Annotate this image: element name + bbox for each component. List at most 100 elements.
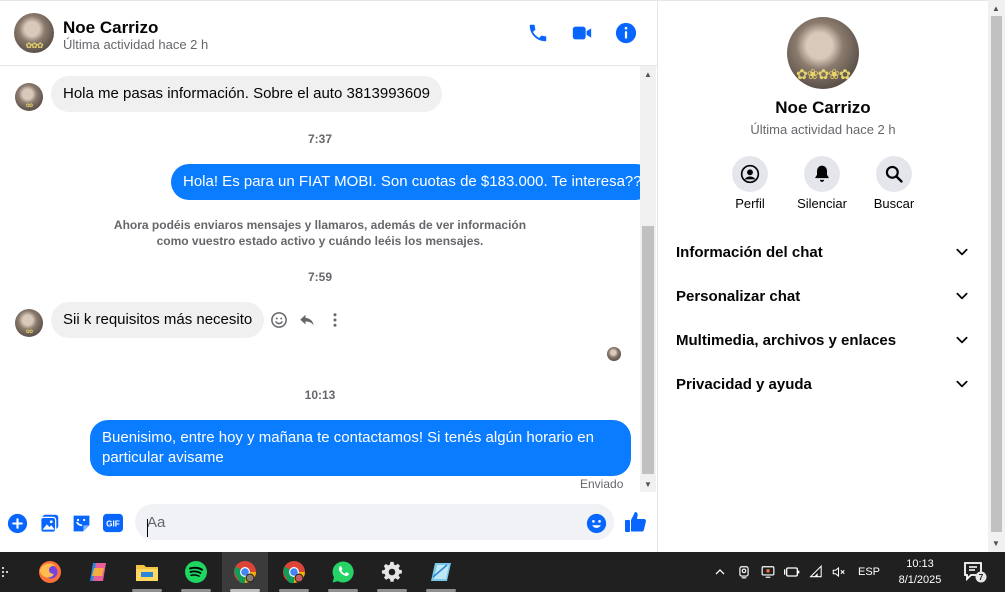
clock-time: 10:13	[906, 558, 934, 570]
smiley-icon	[271, 312, 287, 328]
outgoing-message[interactable]: Hola! Es para un FIAT MOBI. Son cuotas d…	[171, 164, 654, 200]
attach-image-button[interactable]	[38, 512, 60, 534]
search-label: Buscar	[873, 196, 915, 211]
scroll-down-arrow[interactable]: ▼	[640, 476, 656, 492]
chevron-down-icon	[954, 332, 970, 348]
chrome-icon	[283, 561, 305, 584]
video-call-button[interactable]	[570, 21, 594, 45]
gear-icon	[381, 561, 402, 582]
taskbar-chrome-profile-2[interactable]	[271, 552, 317, 592]
search-action[interactable]: Buscar	[859, 156, 929, 211]
more-vertical-icon	[333, 313, 337, 327]
profile-label: Perfil	[735, 196, 765, 211]
taskbar-chrome-profile-1[interactable]	[222, 552, 268, 592]
message-input[interactable]	[135, 504, 614, 540]
privacy-notice: Ahora podéis enviaros mensajes y llamaro…	[113, 218, 527, 248]
more-options-button[interactable]	[325, 310, 345, 330]
message-list[interactable]: ✿✿ Hola me pasas información. Sobre el a…	[0, 66, 654, 494]
firefox-icon	[39, 561, 61, 583]
call-button[interactable]	[526, 21, 550, 45]
like-button[interactable]	[624, 510, 648, 534]
gif-button[interactable]: GIF	[101, 512, 125, 534]
info-contact-name[interactable]: Noe Carrizo	[658, 98, 988, 118]
messages-scrollbar[interactable]: ▲ ▼	[640, 66, 656, 492]
volume-muted-icon	[832, 566, 845, 578]
scroll-thumb[interactable]	[991, 16, 1002, 532]
timestamp: 7:59	[307, 270, 333, 284]
incoming-message[interactable]: Hola me pasas información. Sobre el auto…	[51, 76, 442, 112]
timestamp: 7:37	[307, 132, 333, 146]
show-hidden-icons-button[interactable]	[710, 552, 730, 592]
tray-security[interactable]	[758, 552, 778, 592]
section-privacy-help[interactable]: Privacidad y ayuda	[666, 364, 980, 404]
notification-count: 7	[979, 573, 984, 582]
scroll-up-arrow[interactable]: ▲	[988, 0, 1004, 16]
contact-avatar[interactable]: ✿✿✿	[14, 13, 54, 53]
taskbar-file-explorer[interactable]	[124, 552, 170, 592]
chevron-up-icon	[715, 569, 725, 575]
profile-action[interactable]: Perfil	[715, 156, 785, 211]
user-circle-icon	[740, 164, 760, 184]
taskbar-copilot[interactable]	[75, 552, 121, 592]
chat-panel: ✿✿✿ Noe Carrizo Última actividad hace 2 …	[0, 0, 658, 552]
widgets-edge[interactable]	[0, 552, 10, 592]
tray-battery[interactable]	[782, 552, 802, 592]
tray-network[interactable]	[806, 552, 826, 592]
folder-icon	[136, 565, 158, 581]
section-chat-info[interactable]: Información del chat	[666, 232, 980, 272]
sender-avatar[interactable]: ✿✿	[15, 309, 43, 337]
scroll-up-arrow[interactable]: ▲	[640, 66, 656, 82]
section-media-files-links[interactable]: Multimedia, archivos y enlaces	[666, 320, 980, 360]
mute-action[interactable]: Silenciar	[787, 156, 857, 211]
copilot-icon	[90, 563, 106, 581]
contact-name[interactable]: Noe Carrizo	[63, 18, 158, 38]
tray-volume[interactable]	[828, 552, 848, 592]
bell-icon	[815, 165, 829, 182]
taskbar: ESP 10:13 8/1/2025 7	[0, 552, 1005, 592]
sticker-button[interactable]	[70, 512, 92, 534]
outgoing-message[interactable]: Buenisimo, entre hoy y mañana te contact…	[90, 420, 631, 476]
scroll-thumb[interactable]	[642, 226, 654, 474]
section-label: Multimedia, archivos y enlaces	[676, 331, 897, 349]
chevron-down-icon	[954, 376, 970, 392]
page-scrollbar[interactable]: ▲ ▼	[988, 0, 1005, 552]
snipping-tool-icon	[431, 563, 451, 581]
more-actions-button[interactable]	[6, 512, 28, 534]
mute-label: Silenciar	[797, 196, 847, 211]
sender-avatar[interactable]: ✿✿	[15, 83, 43, 111]
gif-icon: GIF	[103, 513, 123, 533]
plus-circle-icon	[7, 513, 27, 533]
section-label: Privacidad y ayuda	[676, 375, 812, 393]
video-camera-icon	[572, 26, 592, 40]
taskbar-whatsapp[interactable]	[320, 552, 366, 592]
timestamp: 10:13	[304, 388, 336, 402]
section-customize-chat[interactable]: Personalizar chat	[666, 276, 980, 316]
taskbar-snipping-tool[interactable]	[418, 552, 464, 592]
notification-center-button[interactable]: 7	[958, 552, 992, 592]
tray-meet-now[interactable]	[734, 552, 754, 592]
scroll-down-arrow[interactable]: ▼	[988, 535, 1004, 551]
thumbs-up-icon	[625, 512, 646, 532]
react-button[interactable]	[269, 310, 289, 330]
tray-language[interactable]: ESP	[853, 552, 885, 592]
info-button[interactable]	[614, 21, 638, 45]
info-avatar[interactable]: ✿❀✿❀✿	[787, 17, 859, 89]
taskbar-settings[interactable]	[369, 552, 415, 592]
chevron-down-icon	[954, 244, 970, 260]
svg-text:GIF: GIF	[106, 520, 120, 529]
incoming-message[interactable]: Sii k requisitos más necesito	[51, 302, 265, 338]
search-icon	[885, 165, 903, 183]
taskbar-firefox[interactable]	[27, 552, 73, 592]
sticker-icon	[73, 515, 89, 531]
contact-status: Última actividad hace 2 h	[63, 37, 209, 52]
taskbar-clock[interactable]: 10:13 8/1/2025	[888, 556, 952, 588]
emoji-button[interactable]	[585, 512, 607, 534]
battery-plug-icon	[784, 567, 800, 577]
whatsapp-icon	[332, 561, 354, 583]
reply-button[interactable]	[297, 310, 317, 330]
composer-bar: GIF	[0, 494, 657, 552]
taskbar-spotify[interactable]	[173, 552, 219, 592]
chat-header: ✿✿✿ Noe Carrizo Última actividad hace 2 …	[0, 0, 657, 66]
info-icon	[615, 22, 637, 44]
clock-date: 8/1/2025	[898, 574, 942, 586]
